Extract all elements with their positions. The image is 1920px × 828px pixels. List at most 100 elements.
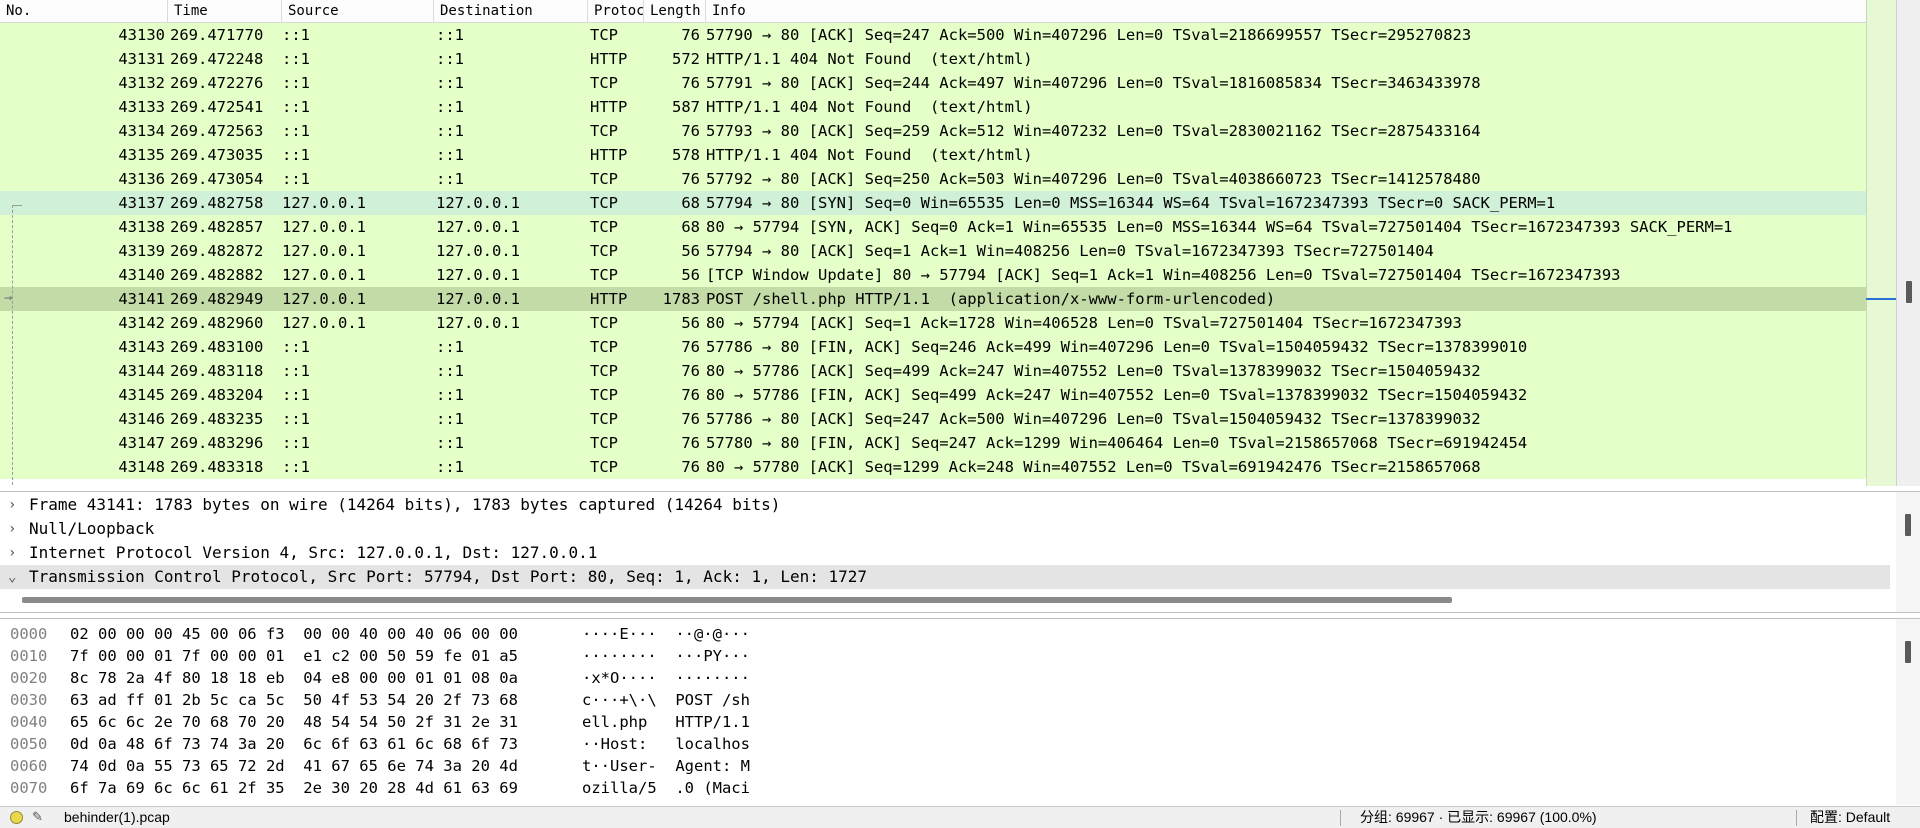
byte-offset[interactable]: 0010	[10, 645, 60, 667]
chevron-down-icon[interactable]: ⌄	[8, 565, 22, 589]
packet-row[interactable]: 43140 269.482882 127.0.0.1 127.0.0.1 TCP 56 [T…	[0, 263, 1866, 287]
chevron-right-icon[interactable]: ›	[8, 541, 22, 565]
ascii-bytes[interactable]: ··Host: localhos	[582, 733, 782, 755]
packet-info: 80 → 57794 [ACK] Seq=1 Ack=1728 Win=4065…	[706, 314, 1462, 332]
byte-offset[interactable]: 0060	[10, 755, 60, 777]
byte-offset[interactable]: 0000	[10, 623, 60, 645]
ascii-bytes[interactable]: t··User- Agent: M	[582, 755, 782, 777]
capture-comment-icon[interactable]: ✎	[32, 809, 48, 825]
hex-bytes[interactable]: 74 0d 0a 55 73 65 72 2d 41 67 65 6e 74 3…	[70, 755, 570, 777]
packet-protocol: TCP	[590, 194, 618, 212]
packet-list-scroll-thumb[interactable]	[1906, 281, 1912, 303]
packet-count-stats: 分组: 69967 · 已显示: 69967 (100.0%)	[1360, 809, 1597, 825]
hex-bytes[interactable]: 63 ad ff 01 2b 5c ca 5c 50 4f 53 54 20 2…	[70, 689, 570, 711]
bytes-scroll-thumb[interactable]	[1905, 641, 1911, 663]
column-header-time[interactable]: Time	[168, 0, 282, 23]
packet-row[interactable]: 43132 269.472276::1::1 TCP 76 57791 → 80 [AC…	[0, 71, 1866, 95]
packet-number: 43145	[118, 386, 165, 404]
ascii-bytes[interactable]: ········ ···PY···	[582, 645, 782, 667]
packet-list-pane[interactable]: No. Time Source Destination Protoc Lengt…	[0, 0, 1920, 486]
chevron-right-icon[interactable]: ›	[8, 517, 22, 541]
packet-row[interactable]: 43142 269.482960 127.0.0.1 127.0.0.1 TCP 56 80…	[0, 311, 1866, 335]
packet-destination: ::1	[436, 458, 464, 476]
packet-time: 269.483118	[170, 362, 264, 380]
details-tree-item[interactable]: › Null/Loopback	[0, 517, 1890, 541]
packet-row[interactable]: 43135 269.473035::1::1 HTTP 578 HTTP/1.1 404…	[0, 143, 1866, 167]
packet-row[interactable]: 43144 269.483118::1::1 TCP 76 80 → 57786 [AC…	[0, 359, 1866, 383]
packet-row[interactable]: 43147 269.483296::1::1 TCP 76 57780 → 80 [FI…	[0, 431, 1866, 455]
byte-offset[interactable]: 0030	[10, 689, 60, 711]
packet-info: 80 → 57786 [FIN, ACK] Seq=499 Ack=247 Wi…	[706, 386, 1528, 404]
hex-bytes[interactable]: 7f 00 00 01 7f 00 00 01 e1 c2 00 50 59 f…	[70, 645, 570, 667]
packet-row[interactable]: 43136 269.473054::1::1 TCP 76 57792 → 80 [AC…	[0, 167, 1866, 191]
bytes-scrollbar[interactable]	[1896, 619, 1920, 805]
packet-info: 80 → 57786 [ACK] Seq=499 Ack=247 Win=407…	[706, 362, 1481, 380]
packet-row[interactable]: 43145 269.483204::1::1 TCP 76 80 → 57786 [FI…	[0, 383, 1866, 407]
hex-bytes[interactable]: 65 6c 6c 2e 70 68 70 20 48 54 54 50 2f 3…	[70, 711, 570, 733]
column-header-info[interactable]: Info	[706, 0, 1866, 23]
packet-row[interactable]: 43133 269.472541::1::1 HTTP 587 HTTP/1.1 404…	[0, 95, 1866, 119]
packet-row[interactable]: 43139 269.482872 127.0.0.1 127.0.0.1 TCP 56 57…	[0, 239, 1866, 263]
packet-destination: ::1	[436, 410, 464, 428]
packet-length: 68	[681, 218, 700, 236]
hex-bytes[interactable]: 02 00 00 00 45 00 06 f3 00 00 40 00 40 0…	[70, 623, 570, 645]
packet-bytes-pane[interactable]: 0000 02 00 00 00 45 00 06 f3 00 00 40 00 …	[0, 618, 1920, 805]
packet-row[interactable]: 43137 269.482758 127.0.0.1 127.0.0.1 TCP 68 57…	[0, 191, 1866, 215]
packet-time: 269.483296	[170, 434, 264, 452]
column-header-length[interactable]: Length	[644, 0, 706, 23]
details-scrollbar[interactable]	[1896, 492, 1920, 612]
packet-time: 269.483235	[170, 410, 264, 428]
ascii-bytes[interactable]: c···+\·\ POST /sh	[582, 689, 782, 711]
packet-time: 269.482857	[170, 218, 264, 236]
packet-info: 57786 → 80 [ACK] Seq=247 Ack=500 Win=407…	[706, 410, 1481, 428]
packet-time: 269.482872	[170, 242, 264, 260]
details-scroll-thumb[interactable]	[1905, 514, 1911, 536]
hex-bytes[interactable]: 6f 7a 69 6c 6c 61 2f 35 2e 30 20 28 4d 6…	[70, 777, 570, 799]
packet-destination: ::1	[436, 50, 464, 68]
packet-source: 127.0.0.1	[282, 242, 366, 260]
configuration-profile[interactable]: 配置: Default	[1810, 807, 1890, 828]
packet-row[interactable]: 43134 269.472563::1::1 TCP 76 57793 → 80 [AC…	[0, 119, 1866, 143]
packet-details-pane[interactable]: › Frame 43141: 1783 bytes on wire (14264 …	[0, 491, 1920, 613]
packet-info: 57792 → 80 [ACK] Seq=250 Ack=503 Win=407…	[706, 170, 1481, 188]
packet-row[interactable]: 43131 269.472248::1::1 HTTP 572 HTTP/1.1 404…	[0, 47, 1866, 71]
packet-row[interactable]: 43146 269.483235::1::1 TCP 76 57786 → 80 [AC…	[0, 407, 1866, 431]
details-tree-item[interactable]: › Frame 43141: 1783 bytes on wire (14264 …	[0, 493, 1890, 517]
packet-source: ::1	[282, 386, 310, 404]
column-header-source[interactable]: Source	[282, 0, 434, 23]
packet-row[interactable]: 43141 269.482949 127.0.0.1 127.0.0.1 HTTP 178…	[0, 287, 1866, 311]
packet-row[interactable]: 43130 269.471770::1::1 TCP 76 57790 → 80 [AC…	[0, 23, 1866, 47]
chevron-right-icon[interactable]: ›	[8, 493, 22, 517]
packet-destination: ::1	[436, 146, 464, 164]
expert-info-status-icon[interactable]	[10, 811, 23, 824]
column-header-destination[interactable]: Destination	[434, 0, 588, 23]
packet-list-scrollbar[interactable]	[1896, 0, 1920, 486]
byte-offset[interactable]: 0040	[10, 711, 60, 733]
details-horizontal-scroll-thumb[interactable]	[22, 597, 1452, 603]
ascii-bytes[interactable]: ozilla/5 .0 (Maci	[582, 777, 782, 799]
packet-minimap[interactable]	[1866, 0, 1896, 486]
capture-file-name: behinder(1).pcap	[64, 809, 170, 825]
ascii-bytes[interactable]: ····E··· ··@·@···	[582, 623, 782, 645]
byte-offset[interactable]: 0020	[10, 667, 60, 689]
ascii-bytes[interactable]: ell.php HTTP/1.1	[582, 711, 782, 733]
conversation-line-marker	[12, 205, 13, 485]
packet-row[interactable]: 43143 269.483100::1::1 TCP 76 57786 → 80 [FI…	[0, 335, 1866, 359]
byte-offset[interactable]: 0070	[10, 777, 60, 799]
column-header-protocol[interactable]: Protoc	[588, 0, 644, 23]
details-tree-item[interactable]: ⌄ Transmission Control Protocol, Src Port…	[0, 565, 1890, 589]
packet-time: 269.482758	[170, 194, 264, 212]
packet-source: ::1	[282, 338, 310, 356]
hex-bytes[interactable]: 8c 78 2a 4f 80 18 18 eb 04 e8 00 00 01 0…	[70, 667, 570, 689]
packet-row[interactable]: 43148 269.483318::1::1 TCP 76 80 → 57780 [AC…	[0, 455, 1866, 479]
hex-bytes[interactable]: 0d 0a 48 6f 73 74 3a 20 6c 6f 63 61 6c 6…	[70, 733, 570, 755]
packet-number: 43133	[118, 98, 165, 116]
packet-row[interactable]: 43138 269.482857 127.0.0.1 127.0.0.1 TCP 68 80…	[0, 215, 1866, 239]
packet-destination: ::1	[436, 98, 464, 116]
column-header-no[interactable]: No.	[0, 0, 168, 23]
byte-offset[interactable]: 0050	[10, 733, 60, 755]
packet-protocol: TCP	[590, 170, 618, 188]
ascii-bytes[interactable]: ·x*O···· ········	[582, 667, 782, 689]
details-tree-item[interactable]: › Internet Protocol Version 4, Src: 127.0…	[0, 541, 1890, 565]
packet-protocol: TCP	[590, 314, 618, 332]
